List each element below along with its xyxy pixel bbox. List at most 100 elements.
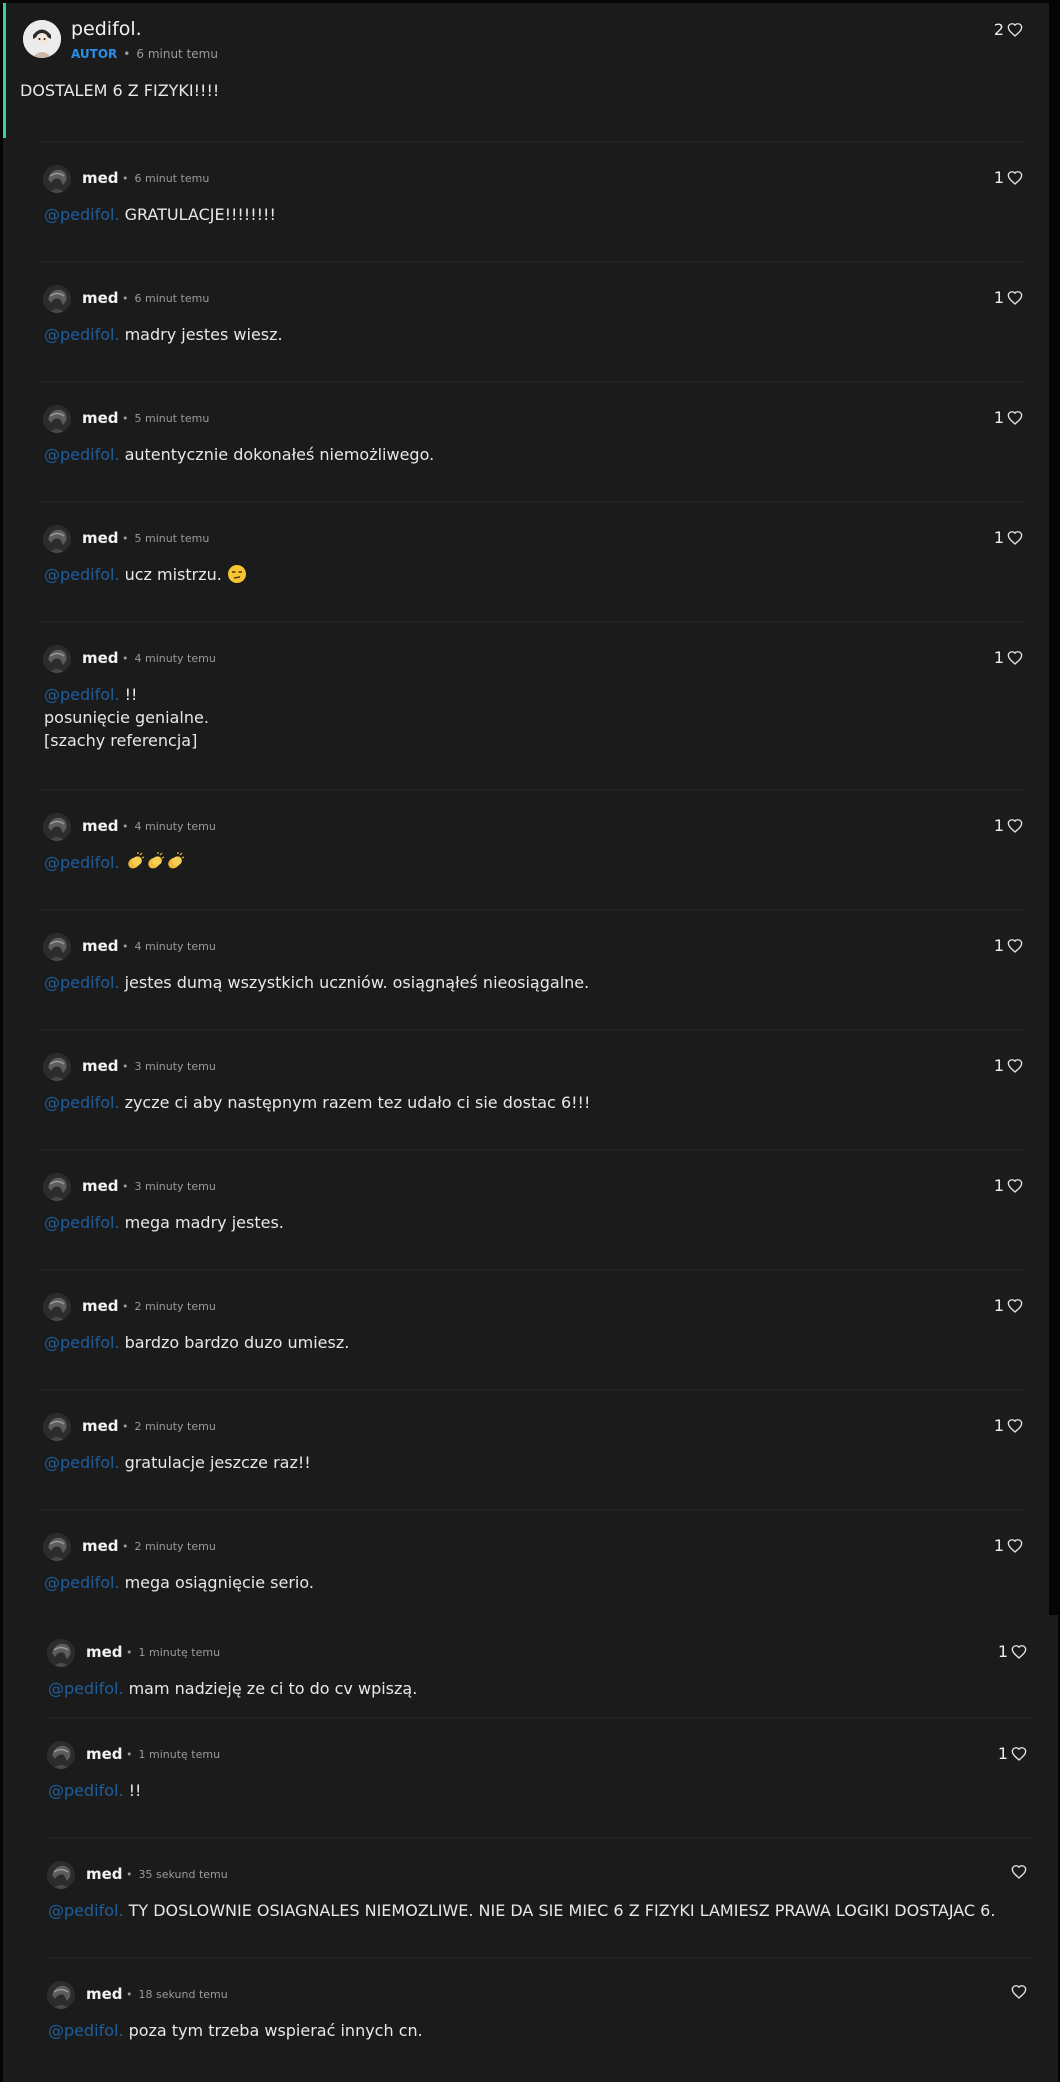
like-button[interactable]: 1: [994, 936, 1023, 955]
reply-author-name[interactable]: med: [82, 1537, 119, 1555]
user-mention-link[interactable]: @pedifol.: [44, 445, 120, 464]
reply-author-name[interactable]: med: [82, 409, 119, 427]
reply-divider: [45, 1717, 1031, 1718]
user-mention-link[interactable]: @pedifol.: [44, 205, 120, 224]
like-button[interactable]: 1: [998, 1744, 1027, 1763]
reply-text: @pedifol. autentycznie dokonałeś niemożli…: [44, 443, 1004, 466]
like-button[interactable]: 1: [994, 288, 1023, 307]
like-count: 1: [993, 1416, 1004, 1435]
like-button[interactable]: 1: [994, 1176, 1023, 1195]
author-avatar[interactable]: [23, 20, 61, 58]
like-count: 1: [997, 1642, 1008, 1661]
reply-avatar[interactable]: [43, 165, 71, 193]
reply-author-name[interactable]: med: [82, 1177, 119, 1195]
reply-avatar[interactable]: [43, 813, 71, 841]
reply-avatar[interactable]: [43, 933, 71, 961]
reply-author-name[interactable]: med: [82, 649, 119, 667]
timestamp: 4 minuty temu: [134, 940, 216, 953]
like-button[interactable]: 1: [994, 648, 1023, 667]
reply-avatar[interactable]: [43, 1293, 71, 1321]
user-mention-link[interactable]: @pedifol.: [44, 1093, 120, 1112]
like-button[interactable]: 1: [998, 1642, 1027, 1661]
timestamp: 1 minutę temu: [138, 1646, 221, 1659]
reply-avatar[interactable]: [43, 525, 71, 553]
reply-avatar[interactable]: [47, 1639, 75, 1667]
user-mention-link[interactable]: @pedifol.: [48, 1679, 124, 1698]
reply-body: mega osiągnięcie serio.: [124, 1573, 314, 1592]
reply-avatar[interactable]: [43, 1413, 71, 1441]
user-mention-link[interactable]: @pedifol.: [44, 325, 120, 344]
reply-author-name[interactable]: med: [86, 1865, 123, 1883]
reply-meta: • 6 minut temu: [116, 172, 209, 185]
like-button[interactable]: [1008, 1864, 1027, 1880]
user-mention-link[interactable]: @pedifol.: [44, 685, 120, 704]
avatar-image: [47, 1741, 75, 1769]
reply-body: TY DOSLOWNIE OSIAGNALES NIEMOZLIWE. NIE …: [128, 1901, 996, 1920]
user-mention-link[interactable]: @pedifol.: [44, 1453, 120, 1472]
reply-author-name[interactable]: med: [82, 529, 119, 547]
reply-meta: • 6 minut temu: [116, 292, 209, 305]
reply-avatar[interactable]: [43, 405, 71, 433]
user-mention-link[interactable]: @pedifol.: [48, 1901, 124, 1920]
reply-avatar[interactable]: [43, 1173, 71, 1201]
like-count: 1: [993, 1056, 1004, 1075]
reply-avatar[interactable]: [47, 1981, 75, 2009]
reply-body: gratulacje jeszcze raz!!: [124, 1453, 311, 1472]
reply-avatar[interactable]: [43, 285, 71, 313]
user-mention-link[interactable]: @pedifol.: [44, 853, 120, 872]
reply-author-name[interactable]: med: [82, 817, 119, 835]
like-button[interactable]: 1: [994, 528, 1023, 547]
reply-divider: [41, 261, 1027, 262]
user-mention-link[interactable]: @pedifol.: [48, 2021, 124, 2040]
like-button[interactable]: 1: [994, 1056, 1023, 1075]
reply-avatar[interactable]: [43, 645, 71, 673]
clapping-hands-emoji: [167, 852, 184, 869]
timestamp: 2 minuty temu: [134, 1540, 216, 1553]
meta-separator: •: [122, 820, 129, 833]
reply-author-name[interactable]: med: [82, 937, 119, 955]
reply-author-name[interactable]: med: [82, 289, 119, 307]
meta-separator: •: [122, 172, 129, 185]
avatar-image: [43, 813, 71, 841]
reply-author-name[interactable]: med: [82, 1417, 119, 1435]
reply-avatar[interactable]: [47, 1861, 75, 1889]
user-mention-link[interactable]: @pedifol.: [44, 1573, 120, 1592]
reply-author-name[interactable]: med: [82, 1297, 119, 1315]
meta-separator: •: [122, 412, 129, 425]
comment-text: DOSTALEM 6 Z FIZYKI!!!!: [20, 81, 220, 100]
user-mention-link[interactable]: @pedifol.: [44, 1333, 120, 1352]
like-button[interactable]: 1: [994, 1296, 1023, 1315]
reply-author-name[interactable]: med: [82, 169, 119, 187]
like-button[interactable]: [1008, 1984, 1027, 2000]
reply-divider: [41, 1269, 1027, 1270]
reply-meta: • 4 minuty temu: [116, 940, 216, 953]
like-button[interactable]: 1: [994, 408, 1023, 427]
reply-author-name[interactable]: med: [86, 1985, 123, 2003]
like-button[interactable]: 1: [994, 168, 1023, 187]
like-button[interactable]: 1: [994, 816, 1023, 835]
reply-divider: [41, 1149, 1027, 1150]
author-name[interactable]: pedifol.: [71, 18, 142, 40]
reply-avatar[interactable]: [43, 1533, 71, 1561]
reply-author-name[interactable]: med: [86, 1745, 123, 1763]
reply-body: GRATULACJE!!!!!!!!: [124, 205, 276, 224]
user-mention-link[interactable]: @pedifol.: [44, 565, 120, 584]
reply-avatar[interactable]: [43, 1053, 71, 1081]
reply-divider: [41, 789, 1027, 790]
like-button[interactable]: 2: [994, 20, 1023, 39]
avatar-image: [43, 1293, 71, 1321]
user-mention-link[interactable]: @pedifol.: [44, 1213, 120, 1232]
avatar-image: [43, 165, 71, 193]
reply-meta: • 5 minut temu: [116, 412, 209, 425]
user-mention-link[interactable]: @pedifol.: [48, 1781, 124, 1800]
like-count: 1: [993, 816, 1004, 835]
user-mention-link[interactable]: @pedifol.: [44, 973, 120, 992]
reply-author-name[interactable]: med: [86, 1643, 123, 1661]
like-button[interactable]: 1: [994, 1536, 1023, 1555]
heart-icon: [1007, 22, 1023, 37]
reply-author-name[interactable]: med: [82, 1057, 119, 1075]
reply-avatar[interactable]: [47, 1741, 75, 1769]
like-button[interactable]: 1: [994, 1416, 1023, 1435]
reply-body-line: posunięcie genialne.: [44, 708, 209, 727]
timestamp: 4 minuty temu: [134, 820, 216, 833]
